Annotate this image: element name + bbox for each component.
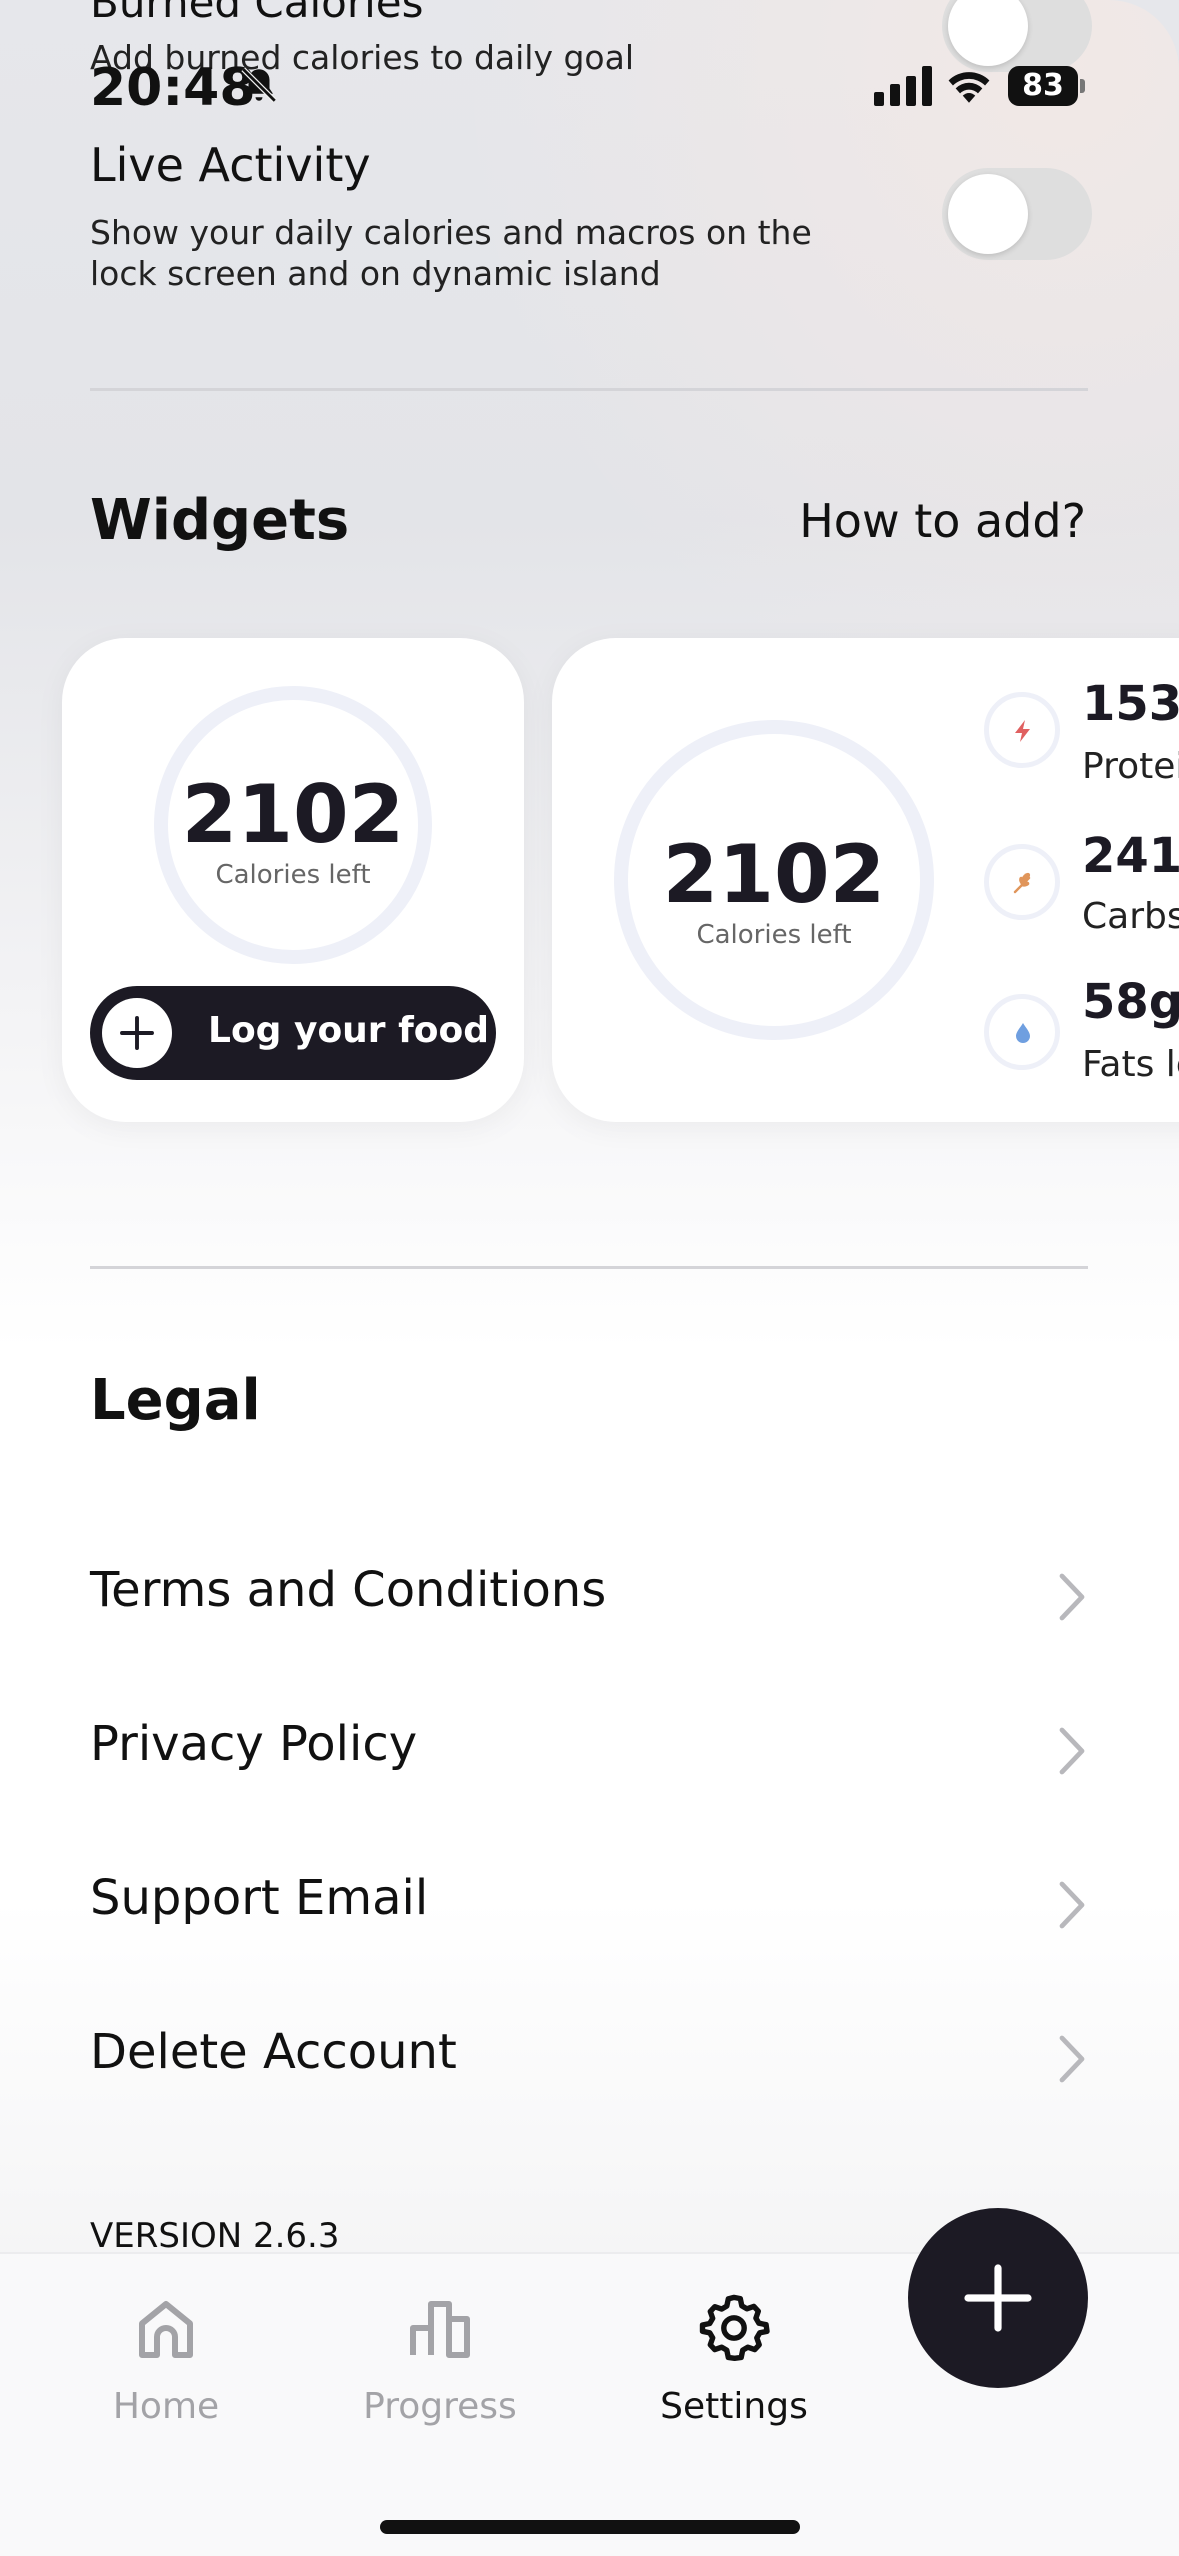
- legal-section-title: Legal: [90, 1368, 261, 1433]
- lightning-icon: [984, 692, 1060, 768]
- legal-item-label: Delete Account: [90, 2024, 457, 2080]
- fats-value: 58g: [1082, 974, 1179, 1030]
- add-button[interactable]: [908, 2208, 1088, 2388]
- wheat-icon: [984, 844, 1060, 920]
- home-icon: [139, 2301, 193, 2358]
- battery-nub: [1080, 79, 1085, 93]
- burned-calories-title: Burned Calories: [90, 0, 424, 27]
- tab-progress[interactable]: Progress: [330, 2292, 550, 2442]
- live-activity-subtitle: Show your daily calories and macros on t…: [90, 213, 812, 293]
- battery-icon: 83: [1008, 66, 1086, 106]
- chevron-right-icon: [1059, 2035, 1085, 2083]
- app-version: VERSION 2.6.3: [90, 2216, 340, 2256]
- calories-left-value: 2102: [181, 768, 405, 861]
- plus-icon: [964, 2264, 1032, 2332]
- toggle-knob: [948, 174, 1028, 254]
- legal-item-label: Support Email: [90, 1870, 429, 1926]
- legal-item-delete-account[interactable]: Delete Account: [0, 1992, 1179, 2122]
- bar-chart-icon: [410, 2301, 470, 2358]
- small-calories-widget[interactable]: 2102 Calories left Log your food: [62, 638, 524, 1122]
- home-indicator[interactable]: [380, 2520, 800, 2534]
- live-activity-title: Live Activity: [90, 138, 371, 192]
- carbs-label: Carbs left: [1082, 896, 1179, 937]
- calories-left-label: Calories left: [215, 860, 371, 890]
- status-time: 20:48: [90, 58, 256, 118]
- calories-ring: 2102 Calories left: [154, 686, 432, 964]
- battery-level: 83: [1008, 66, 1078, 106]
- log-food-button[interactable]: Log your food: [90, 986, 496, 1080]
- section-divider: [90, 388, 1088, 391]
- tab-home[interactable]: Home: [56, 2292, 276, 2442]
- protein-value: 153g: [1082, 676, 1179, 732]
- legal-item-terms[interactable]: Terms and Conditions: [0, 1530, 1179, 1660]
- calories-left-value: 2102: [662, 828, 886, 921]
- bell-slash-icon: [241, 67, 277, 103]
- legal-item-privacy[interactable]: Privacy Policy: [0, 1684, 1179, 1814]
- live-activity-toggle[interactable]: [942, 168, 1092, 260]
- medium-macros-widget[interactable]: 2102 Calories left 153g Protein left 241…: [552, 638, 1179, 1122]
- section-divider: [90, 1266, 1088, 1269]
- legal-item-support-email[interactable]: Support Email: [0, 1838, 1179, 1968]
- protein-label: Protein left: [1082, 746, 1179, 787]
- fats-label: Fats left: [1082, 1044, 1179, 1085]
- chevron-right-icon: [1059, 1727, 1085, 1775]
- tab-label: Settings: [660, 2386, 808, 2427]
- tab-label: Progress: [363, 2386, 517, 2427]
- widgets-section-title: Widgets: [90, 488, 350, 553]
- legal-item-label: Privacy Policy: [90, 1716, 418, 1772]
- gear-icon: [699, 2294, 770, 2361]
- carbs-value: 241g: [1082, 828, 1179, 884]
- tab-label: Home: [112, 2386, 220, 2427]
- drop-icon: [984, 994, 1060, 1070]
- how-to-add-link[interactable]: How to add?: [799, 494, 1086, 548]
- chevron-right-icon: [1059, 1573, 1085, 1621]
- wifi-icon: [948, 72, 990, 103]
- chevron-right-icon: [1059, 1881, 1085, 1929]
- log-food-label: Log your food: [208, 1010, 489, 1051]
- cellular-signal-icon: [874, 66, 932, 106]
- calories-left-label: Calories left: [696, 920, 852, 950]
- legal-item-label: Terms and Conditions: [90, 1562, 607, 1618]
- plus-icon: [102, 998, 172, 1068]
- calories-ring: 2102 Calories left: [614, 720, 934, 1040]
- tab-settings[interactable]: Settings: [624, 2292, 844, 2442]
- toggle-knob: [948, 0, 1028, 66]
- settings-screen: Burned Calories Add burned calories to d…: [0, 0, 1179, 2556]
